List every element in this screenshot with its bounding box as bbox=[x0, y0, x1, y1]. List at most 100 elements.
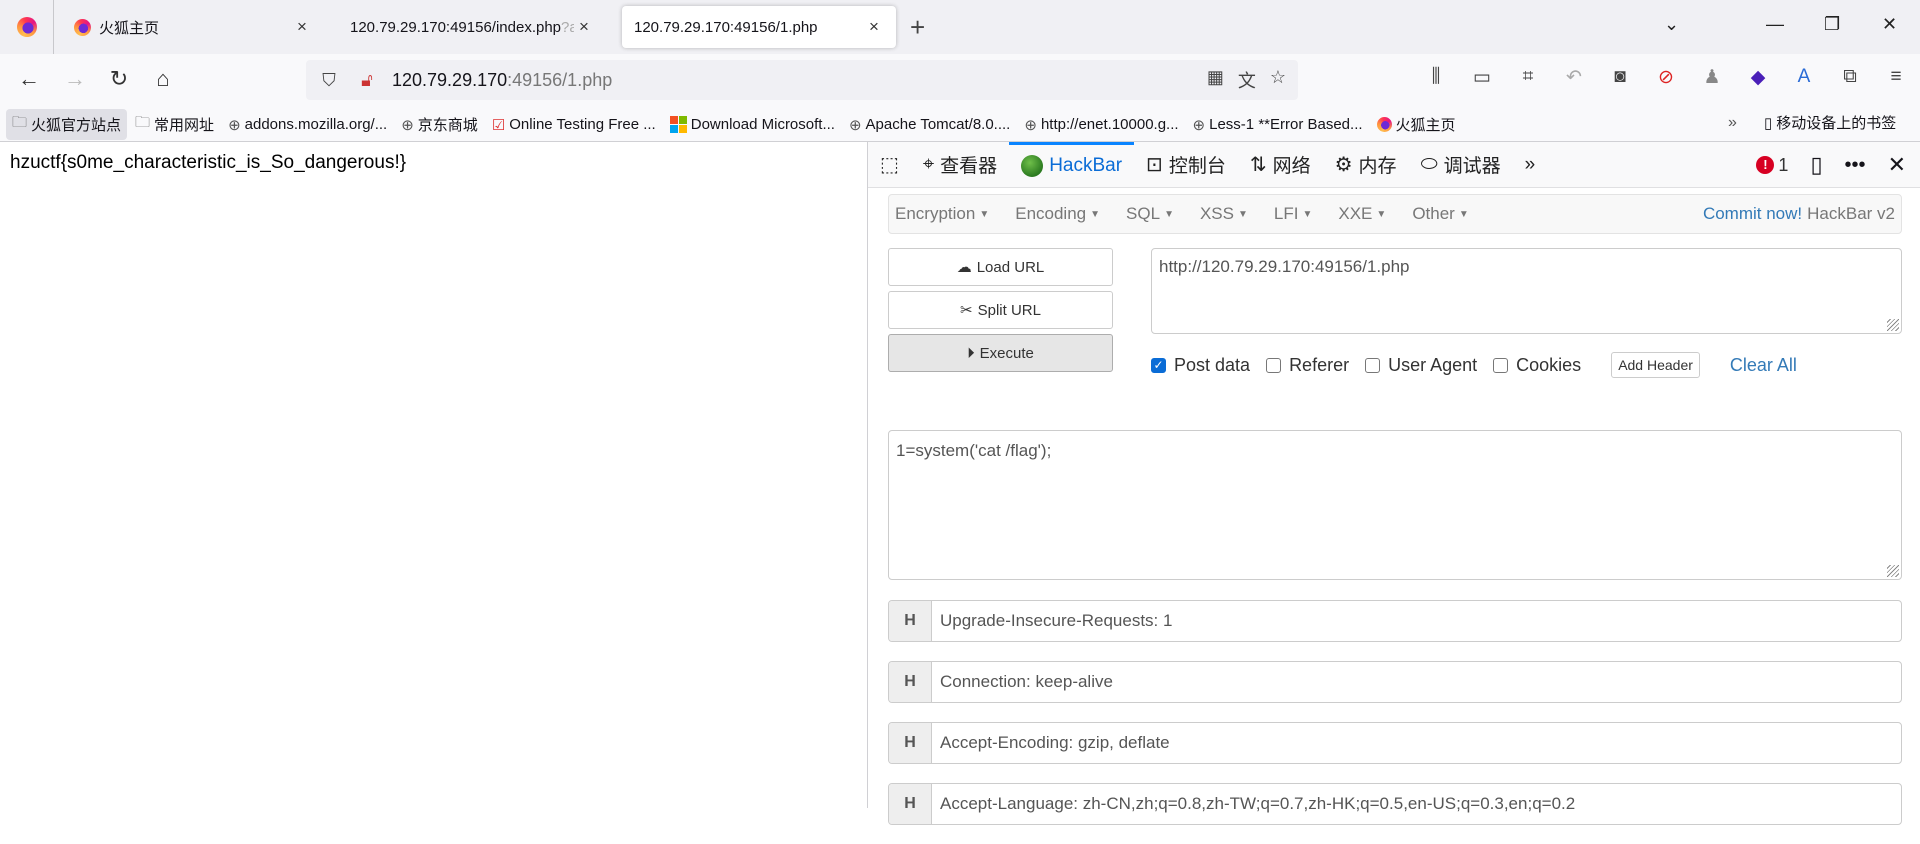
tab-memory[interactable]: ⚙ 内存 bbox=[1323, 142, 1409, 188]
sidebar-icon[interactable]: ▭ bbox=[1466, 66, 1498, 89]
globe-icon: ⊕ bbox=[401, 116, 414, 134]
translate-icon[interactable]: 文 bbox=[1238, 67, 1256, 93]
insecure-lock-icon[interactable]: 🔓︎ bbox=[352, 70, 382, 91]
bookmark-item[interactable]: Download Microsoft... bbox=[664, 113, 841, 136]
flag-text: hzuctf{s0me_characteristic_is_So_dangero… bbox=[10, 152, 407, 173]
load-url-button[interactable]: ☁ Load URL bbox=[888, 248, 1113, 286]
page-content: hzuctf{s0me_characteristic_is_So_dangero… bbox=[0, 142, 868, 808]
mobile-bookmarks[interactable]: ▯ 移动设备上的书签 bbox=[1764, 112, 1896, 133]
header-row[interactable]: H Accept-Language: zh-CN,zh;q=0.8,zh-TW;q… bbox=[888, 783, 1902, 825]
console-icon: ⊡ bbox=[1146, 154, 1163, 176]
caret-down-icon: ▼ bbox=[1238, 209, 1248, 221]
home-icon[interactable]: ⌂ bbox=[148, 66, 178, 92]
bookmark-item[interactable]: ⊕ Apache Tomcat/8.0.... bbox=[843, 113, 1016, 137]
checkbox-icon: ☑ bbox=[491, 116, 506, 134]
close-tab-icon[interactable]: × bbox=[574, 17, 594, 37]
menu-encoding[interactable]: Encoding ▼ bbox=[1015, 204, 1100, 224]
resize-handle[interactable] bbox=[1887, 565, 1899, 577]
commit-now-link[interactable]: Commit now! bbox=[1703, 204, 1802, 224]
menu-xss[interactable]: XSS ▼ bbox=[1200, 204, 1248, 224]
tab-console[interactable]: ⊡ 控制台 bbox=[1134, 142, 1238, 188]
extension-layers-icon[interactable]: ◆ bbox=[1742, 66, 1774, 89]
bookmark-item[interactable]: 🗀 火狐官方站点 bbox=[6, 109, 128, 140]
responsive-design-icon[interactable]: ▯ bbox=[1810, 152, 1822, 178]
header-row[interactable]: H Accept-Encoding: gzip, deflate bbox=[888, 722, 1902, 764]
menu-sql[interactable]: SQL ▼ bbox=[1126, 204, 1174, 224]
close-devtools-icon[interactable]: ✕ bbox=[1888, 152, 1906, 178]
bookmarks-overflow-button[interactable]: » bbox=[1728, 114, 1737, 132]
execute-button[interactable]: ⏵ Execute bbox=[888, 334, 1113, 372]
extension-blocker-icon[interactable]: ⊘ bbox=[1650, 66, 1682, 89]
element-picker-button[interactable]: ⬚ bbox=[868, 142, 911, 188]
tab-debugger[interactable]: ⬭ 调试器 bbox=[1409, 142, 1513, 188]
bookmark-item[interactable]: 火狐主页 bbox=[1371, 111, 1462, 138]
tab-firefox-home[interactable]: 火狐主页 × bbox=[62, 6, 324, 48]
menu-icon[interactable]: ≡ bbox=[1880, 66, 1912, 89]
firefox-icon bbox=[1376, 117, 1392, 132]
clear-all-link[interactable]: Clear All bbox=[1730, 355, 1797, 376]
new-tab-button[interactable]: + bbox=[910, 12, 925, 43]
shield-icon[interactable]: ⛉ bbox=[314, 70, 344, 91]
minimize-icon[interactable]: — bbox=[1766, 14, 1784, 35]
url-textarea[interactable]: http://120.79.29.170:49156/1.php bbox=[1151, 248, 1902, 334]
more-tools-button[interactable]: » bbox=[1513, 142, 1548, 188]
menu-encryption[interactable]: Encryption ▼ bbox=[895, 204, 989, 224]
tab-index-php[interactable]: 120.79.29.170:49156/index.php?a × bbox=[338, 6, 606, 48]
back-icon[interactable]: ← bbox=[14, 66, 44, 92]
url-path: :49156/1.php bbox=[507, 69, 613, 90]
close-tab-icon[interactable]: × bbox=[864, 17, 884, 37]
extension-tampermonkey-icon[interactable]: ◙ bbox=[1604, 66, 1636, 89]
caret-down-icon: ▼ bbox=[1376, 209, 1387, 221]
error-count-badge[interactable]: ! 1 bbox=[1756, 155, 1788, 176]
mobile-device-icon: ▯ bbox=[1764, 114, 1773, 132]
firefox-view-button[interactable] bbox=[0, 0, 54, 54]
header-row[interactable]: H Connection: keep-alive bbox=[888, 661, 1902, 703]
library-icon[interactable]: ⫼ bbox=[1420, 66, 1452, 89]
tab-network[interactable]: ⇅ 网络 bbox=[1238, 142, 1323, 188]
url-bar[interactable]: ⛉ 🔓︎ 120.79.29.170:49156/1.php ▦ 文 ☆ bbox=[306, 60, 1298, 100]
post-data-textarea[interactable]: 1=system('cat /flag'); bbox=[888, 430, 1902, 580]
tab-1-php[interactable]: 120.79.29.170:49156/1.php × bbox=[622, 6, 896, 48]
header-tag: H bbox=[889, 662, 932, 702]
devtools-panel: ⬚ ⌖ 查看器 HackBar ⊡ 控制台 ⇅ 网络 ⚙ 内存 ⬭ 调试器 » ! 1 ▯ … bbox=[868, 141, 1920, 825]
header-row[interactable]: H Upgrade-Insecure-Requests: 1 bbox=[888, 600, 1902, 642]
menu-xxe[interactable]: XXE ▼ bbox=[1338, 204, 1386, 224]
header-tag: H bbox=[889, 784, 932, 824]
bookmark-item[interactable]: ⊕ Less-1 **Error Based... bbox=[1187, 113, 1369, 137]
add-header-button[interactable]: Add Header bbox=[1611, 352, 1700, 378]
more-options-icon[interactable]: ••• bbox=[1845, 154, 1866, 177]
user-agent-checkbox[interactable]: User Agent bbox=[1365, 355, 1477, 376]
undo-icon[interactable]: ↶ bbox=[1558, 66, 1590, 89]
bookmark-item[interactable]: ⊕ 京东商城 bbox=[395, 111, 484, 138]
url-host: 120.79.29.170 bbox=[392, 69, 508, 90]
list-all-tabs-icon[interactable]: ⌄ bbox=[1664, 14, 1679, 35]
forward-icon[interactable]: → bbox=[60, 66, 90, 92]
tab-hackbar[interactable]: HackBar bbox=[1009, 141, 1135, 188]
cookies-checkbox[interactable]: Cookies bbox=[1493, 355, 1581, 376]
crop-screenshot-icon[interactable]: ⌗ bbox=[1512, 66, 1544, 89]
split-url-button[interactable]: ✂ Split URL bbox=[888, 291, 1113, 329]
qr-code-icon[interactable]: ▦ bbox=[1207, 67, 1224, 93]
tab-strip: 火狐主页 × 120.79.29.170:49156/index.php?a ×… bbox=[0, 0, 1920, 54]
menu-other[interactable]: Other ▼ bbox=[1412, 204, 1468, 224]
bookmark-item[interactable]: ⊕ addons.mozilla.org/... bbox=[222, 113, 393, 137]
tab-inspector[interactable]: ⌖ 查看器 bbox=[911, 142, 1009, 188]
header-tag: H bbox=[889, 723, 932, 763]
extension-spy-icon[interactable]: ♟ bbox=[1696, 66, 1728, 89]
reload-icon[interactable]: ↻ bbox=[104, 66, 134, 92]
close-window-icon[interactable]: ✕ bbox=[1882, 14, 1897, 35]
bookmark-star-icon[interactable]: ☆ bbox=[1270, 67, 1286, 93]
resize-handle[interactable] bbox=[1887, 319, 1899, 331]
referer-checkbox[interactable]: Referer bbox=[1266, 355, 1349, 376]
extension-translate-icon[interactable]: A bbox=[1788, 66, 1820, 89]
close-tab-icon[interactable]: × bbox=[292, 17, 312, 37]
menu-lfi[interactable]: LFI ▼ bbox=[1274, 204, 1312, 224]
bookmark-item[interactable]: ☑ Online Testing Free ... bbox=[486, 113, 662, 137]
inspector-icon: ⌖ bbox=[922, 153, 935, 175]
post-data-checkbox[interactable]: ✓ Post data bbox=[1151, 355, 1250, 376]
debugger-icon: ⬭ bbox=[1420, 153, 1438, 175]
bookmark-item[interactable]: ⊕ http://enet.10000.g... bbox=[1018, 113, 1184, 137]
extensions-puzzle-icon[interactable]: ⧉ bbox=[1834, 66, 1866, 89]
bookmark-item[interactable]: 🗀 常用网址 bbox=[129, 109, 220, 140]
restore-icon[interactable]: ❐ bbox=[1824, 14, 1840, 35]
